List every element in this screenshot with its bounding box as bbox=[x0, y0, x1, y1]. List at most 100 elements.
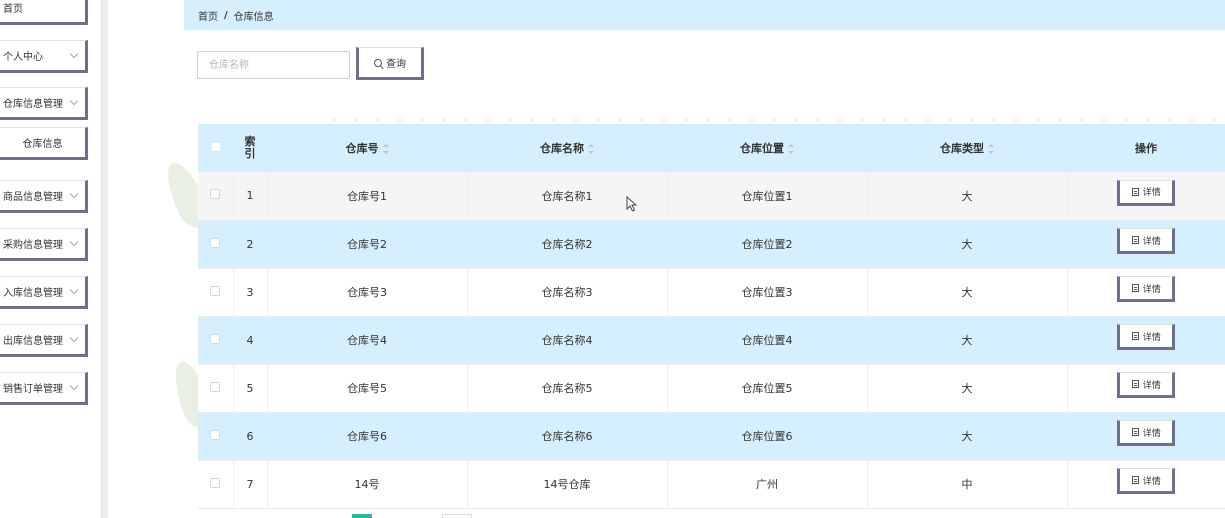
detail-button[interactable]: 详情 bbox=[1117, 420, 1176, 446]
cell-index: 6 bbox=[232, 412, 267, 461]
pagination-jump-input[interactable] bbox=[442, 514, 472, 518]
search-button[interactable]: 查询 bbox=[356, 47, 424, 80]
sidebar-item-purchase-management[interactable]: 采购信息管理 bbox=[0, 228, 88, 261]
table-row: 7 14号 14号仓库 广州 中 详情 bbox=[198, 460, 1225, 509]
warehouse-name-search-input[interactable] bbox=[197, 51, 350, 79]
cell-warehouse-type: 中 bbox=[866, 460, 1067, 509]
cell-index: 7 bbox=[232, 460, 267, 509]
warehouse-name-header[interactable]: 仓库名称 bbox=[467, 124, 667, 172]
sort-icon[interactable] bbox=[988, 144, 994, 154]
warehouse-location-header-label: 仓库位置 bbox=[740, 142, 784, 155]
row-checkbox[interactable] bbox=[210, 429, 221, 440]
sidebar-item-sales-order-management[interactable]: 销售订单管理 bbox=[0, 372, 88, 405]
cell-warehouse-no: 14号 bbox=[266, 460, 467, 509]
row-checkbox[interactable] bbox=[210, 285, 221, 296]
detail-button[interactable]: 详情 bbox=[1117, 276, 1176, 302]
cell-warehouse-location: 广州 bbox=[666, 460, 867, 509]
sidebar-subitem-warehouse-info[interactable]: 仓库信息 bbox=[0, 127, 88, 160]
cell-actions: 详情 bbox=[1066, 412, 1225, 461]
document-icon bbox=[1131, 187, 1139, 196]
chevron-down-icon bbox=[69, 189, 79, 199]
row-checkbox[interactable] bbox=[210, 189, 221, 200]
sidebar-item-personal-center[interactable]: 个人中心 bbox=[0, 40, 88, 73]
cell-warehouse-no: 仓库号3 bbox=[266, 268, 467, 317]
warehouse-location-header[interactable]: 仓库位置 bbox=[667, 124, 867, 172]
sidebar-item-label: 出库信息管理 bbox=[3, 336, 63, 347]
search-icon bbox=[374, 58, 382, 67]
select-all-checkbox[interactable] bbox=[210, 141, 221, 152]
table-row: 5 仓库号5 仓库名称5 仓库位置5 大 详情 bbox=[198, 364, 1225, 413]
sidebar-item-label: 商品信息管理 bbox=[3, 192, 63, 203]
cell-actions: 详情 bbox=[1066, 460, 1225, 509]
table-row: 1 仓库号1 仓库名称1 仓库位置1 大 详情 bbox=[198, 172, 1225, 221]
cell-warehouse-no: 仓库号5 bbox=[266, 364, 467, 413]
detail-button-label: 详情 bbox=[1142, 476, 1161, 487]
cell-actions: 详情 bbox=[1066, 316, 1225, 365]
sidebar-item-outbound-management[interactable]: 出库信息管理 bbox=[0, 324, 88, 357]
warehouse-type-header-label: 仓库类型 bbox=[940, 142, 984, 155]
cell-warehouse-no: 仓库号2 bbox=[266, 220, 467, 269]
row-select-cell bbox=[198, 220, 233, 269]
document-icon bbox=[1131, 236, 1139, 244]
sidebar-item-home[interactable]: 首页 bbox=[0, 0, 88, 25]
cell-warehouse-location: 仓库位置6 bbox=[666, 412, 867, 461]
sort-icon[interactable] bbox=[588, 144, 594, 154]
cell-warehouse-type: 大 bbox=[866, 172, 1067, 221]
index-header-line2: 引 bbox=[244, 147, 256, 160]
sidebar-item-inbound-management[interactable]: 入库信息管理 bbox=[0, 276, 88, 309]
cell-index: 1 bbox=[232, 172, 267, 221]
row-checkbox[interactable] bbox=[210, 333, 221, 344]
sidebar-item-product-management[interactable]: 商品信息管理 bbox=[0, 180, 88, 213]
row-checkbox[interactable] bbox=[210, 477, 221, 488]
detail-button-label: 详情 bbox=[1142, 188, 1161, 199]
cell-warehouse-location: 仓库位置1 bbox=[666, 172, 867, 221]
detail-button[interactable]: 详情 bbox=[1117, 228, 1176, 254]
search-button-label: 查询 bbox=[386, 59, 406, 70]
sidebar-item-warehouse-management[interactable]: 仓库信息管理 bbox=[0, 87, 88, 120]
detail-button[interactable]: 详情 bbox=[1117, 324, 1176, 350]
cell-index: 3 bbox=[232, 268, 267, 317]
sidebar-scrollbar[interactable] bbox=[101, 0, 108, 518]
cell-warehouse-location: 仓库位置5 bbox=[666, 364, 867, 413]
sidebar-item-label: 个人中心 bbox=[3, 52, 43, 63]
warehouse-name-header-label: 仓库名称 bbox=[540, 142, 584, 155]
cell-actions: 详情 bbox=[1066, 268, 1225, 317]
sort-icon[interactable] bbox=[788, 144, 794, 154]
row-checkbox[interactable] bbox=[210, 381, 221, 392]
detail-button[interactable]: 详情 bbox=[1117, 372, 1176, 398]
cell-warehouse-type: 大 bbox=[866, 364, 1067, 413]
cell-warehouse-no: 仓库号6 bbox=[266, 412, 467, 461]
cell-warehouse-type: 大 bbox=[866, 412, 1067, 461]
warehouse-type-header[interactable]: 仓库类型 bbox=[867, 124, 1067, 172]
cell-actions: 详情 bbox=[1066, 220, 1225, 269]
breadcrumb-home-link[interactable]: 首页 bbox=[198, 8, 218, 23]
sidebar-item-label: 销售订单管理 bbox=[3, 384, 63, 395]
warehouse-no-header-label: 仓库号 bbox=[345, 142, 379, 155]
chevron-down-icon bbox=[69, 49, 79, 59]
sidebar-item-label: 仓库信息 bbox=[22, 139, 63, 150]
chevron-down-icon bbox=[69, 237, 79, 247]
cell-warehouse-type: 大 bbox=[866, 268, 1067, 317]
table-row: 6 仓库号6 仓库名称6 仓库位置6 大 详情 bbox=[198, 412, 1225, 461]
row-checkbox[interactable] bbox=[210, 237, 221, 248]
document-icon bbox=[1131, 284, 1139, 292]
detail-button[interactable]: 详情 bbox=[1117, 468, 1176, 494]
detail-button-label: 详情 bbox=[1142, 236, 1161, 247]
cell-warehouse-no: 仓库号1 bbox=[266, 172, 467, 221]
detail-button-label: 详情 bbox=[1142, 332, 1161, 343]
pagination-active-page[interactable] bbox=[352, 514, 372, 518]
row-select-cell bbox=[198, 364, 233, 413]
detail-button[interactable]: 详情 bbox=[1117, 179, 1176, 206]
select-all-cell bbox=[198, 124, 233, 172]
cell-actions: 详情 bbox=[1066, 172, 1225, 221]
cell-warehouse-type: 大 bbox=[866, 316, 1067, 365]
warehouse-table: 索引 仓库号 仓库名称 仓库位置 仓库类型 操作 1 仓库号1 仓库名称1 仓库… bbox=[198, 124, 1225, 509]
table-row: 2 仓库号2 仓库名称2 仓库位置2 大 详情 bbox=[198, 220, 1225, 269]
cell-warehouse-no: 仓库号4 bbox=[266, 316, 467, 365]
cell-warehouse-name: 仓库名称5 bbox=[466, 364, 667, 413]
breadcrumb-current: 仓库信息 bbox=[233, 11, 274, 23]
warehouse-no-header[interactable]: 仓库号 bbox=[267, 124, 467, 172]
mouse-cursor-icon bbox=[626, 196, 638, 212]
sort-icon[interactable] bbox=[382, 144, 389, 154]
row-select-cell bbox=[198, 316, 233, 365]
